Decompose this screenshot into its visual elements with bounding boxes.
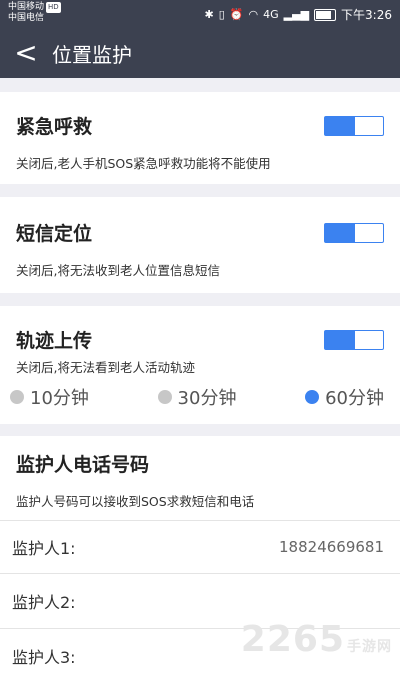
guardian-desc: 监护人号码可以接收到SOS求救短信和电话 [16,494,255,509]
watermark-text: 2265 [240,619,345,660]
interval-label: 30分钟 [177,388,237,409]
guardian-title: 监护人电话号码 [16,454,150,476]
sos-desc: 关闭后,老人手机SOS紧急呼救功能将不能使用 [16,156,271,171]
radio-unselected-icon [157,390,172,404]
guardian-label: 监护人1: [12,539,76,558]
interval-option-60[interactable]: 60分钟 [305,384,384,410]
guardian-row-1[interactable]: 监护人1: 18824669681 [0,520,400,573]
clock: 下午3:26 [341,8,392,22]
sms-section: 短信定位 关闭后,将无法收到老人位置信息短信 [0,197,400,293]
sms-desc: 关闭后,将无法收到老人位置信息短信 [16,263,220,278]
interval-option-30[interactable]: 30分钟 [157,384,237,410]
status-icons: ✱ ▯ ⏰ ◠ 4G ▂▄▆ 下午3:26 [205,6,392,23]
back-button[interactable]: < [0,28,52,78]
app-bar: < 位置监护 [0,28,400,78]
watermark-logo: 2265 手游网 [241,619,392,660]
guardian-phone: 18824669681 [279,538,384,556]
sos-section: 紧急呼救 关闭后,老人手机SOS紧急呼救功能将不能使用 [0,92,400,184]
carrier-primary: 中国移动 [8,2,45,12]
carrier-secondary: 中国电信 [8,13,45,23]
sos-title: 紧急呼救 [16,116,93,138]
guardian-header: 监护人电话号码 监护人号码可以接收到SOS求救短信和电话 [0,436,400,520]
track-title: 轨迹上传 [16,330,93,352]
alarm-icon: ⏰ [229,8,244,21]
interval-options: 10分钟 30分钟 60分钟 [10,376,384,424]
watermark-sub: 手游网 [347,639,392,655]
interval-label: 60分钟 [325,388,384,409]
toggle-knob [325,330,355,349]
interval-label: 10分钟 [30,388,89,409]
carrier-info: 中国移动 HD 中国电信 [8,2,61,24]
signal-icon: ▂▄▆ [283,8,310,21]
page-title: 位置监护 [52,42,132,67]
guardian-label: 监护人2: [12,593,76,612]
sms-toggle[interactable] [324,222,384,243]
bluetooth-icon: ✱ [204,8,214,21]
track-toggle[interactable] [324,329,384,350]
sms-title: 短信定位 [16,223,93,245]
toggle-knob [325,223,355,242]
battery-icon [314,8,337,21]
track-desc: 关闭后,将无法看到老人活动轨迹 [16,360,195,375]
sos-toggle[interactable] [324,115,384,136]
radio-unselected-icon [10,390,24,404]
chevron-left-icon: < [14,36,38,69]
guardian-label: 监护人3: [12,648,76,667]
wifi-icon: ◠ [248,8,259,21]
interval-option-10[interactable]: 10分钟 [10,384,89,410]
toggle-knob [325,116,355,135]
radio-selected-icon [305,390,320,404]
track-section: 轨迹上传 关闭后,将无法看到老人活动轨迹 10分钟 30分钟 60分钟 [0,306,400,424]
vibrate-icon: ▯ [218,8,225,21]
status-bar: 中国移动 HD 中国电信 ✱ ▯ ⏰ ◠ 4G ▂▄▆ 下午3:26 [0,0,400,28]
network-type: 4G [263,8,279,21]
hd-badge: HD [46,2,61,13]
